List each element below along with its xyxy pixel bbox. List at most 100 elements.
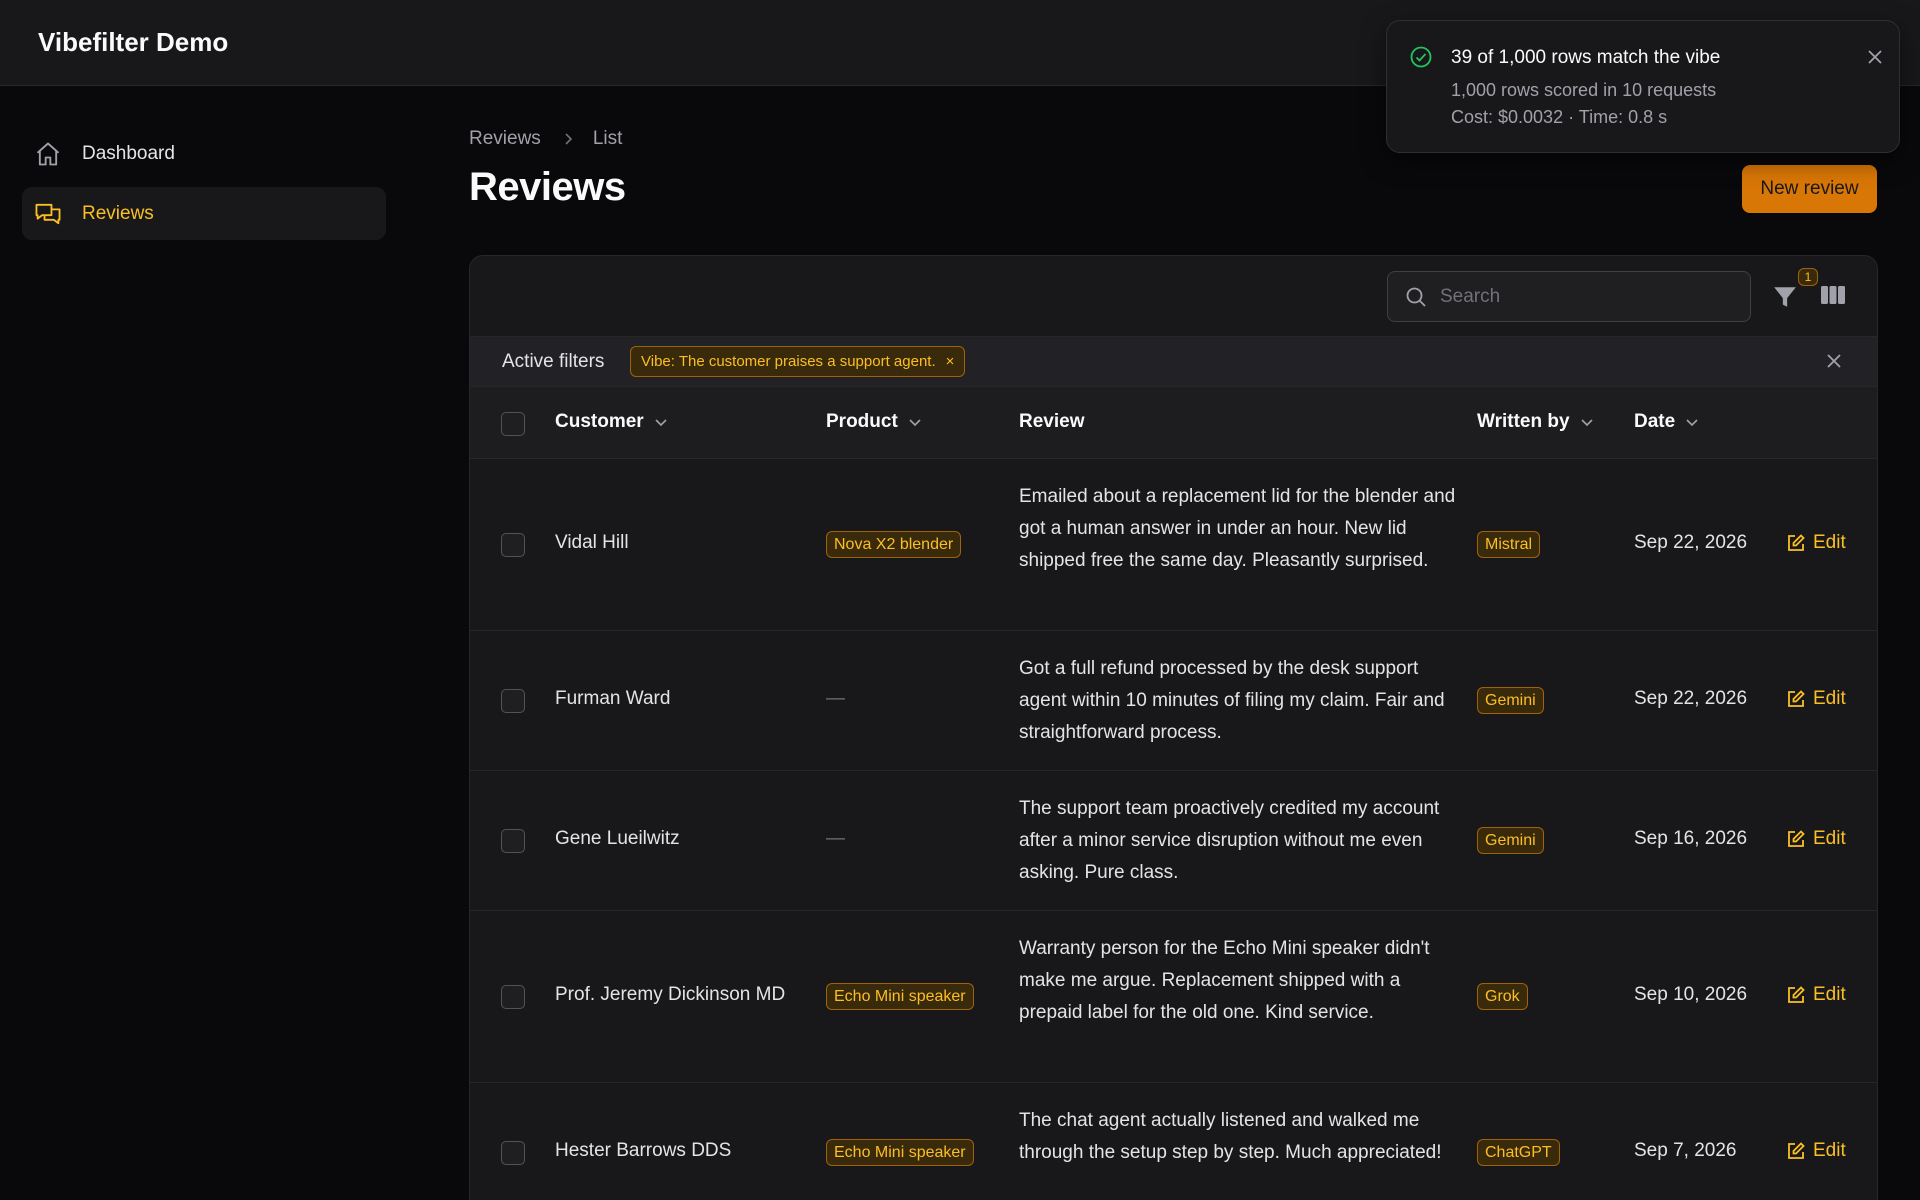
column-header-review: Review — [1019, 411, 1084, 433]
review-text: Got a full refund processed by the desk … — [1019, 658, 1445, 743]
review-date: Sep 22, 2026 — [1634, 532, 1748, 553]
table-row[interactable]: Gene Lueilwitz — The support team proact… — [470, 771, 1877, 911]
column-label: Product — [826, 411, 898, 432]
review-date: Sep 7, 2026 — [1634, 1140, 1737, 1161]
product-badge: Nova X2 blender — [826, 531, 962, 558]
sidebar: Dashboard Reviews — [0, 87, 400, 1200]
table-row[interactable]: Furman Ward — Got a full refund processe… — [470, 631, 1877, 771]
edit-icon — [1787, 986, 1805, 1004]
breadcrumb-link-reviews[interactable]: Reviews — [469, 128, 541, 150]
customer-name: Prof. Jeremy Dickinson MD — [555, 984, 786, 1005]
edit-button[interactable]: Edit — [1787, 828, 1846, 850]
customer-name: Hester Barrows DDS — [555, 1140, 732, 1161]
customer-name: Furman Ward — [555, 688, 671, 709]
product-empty: — — [826, 688, 845, 709]
search-icon — [1404, 285, 1428, 309]
chevron-down-icon — [1685, 415, 1699, 429]
review-text: Warranty person for the Echo Mini speake… — [1019, 938, 1430, 1023]
customer-name: Gene Lueilwitz — [555, 828, 680, 849]
clear-filters-icon[interactable] — [1824, 351, 1846, 373]
written-by-badge: Mistral — [1477, 531, 1541, 558]
row-checkbox[interactable] — [501, 533, 525, 557]
row-checkbox[interactable] — [501, 985, 525, 1009]
table-row[interactable]: Hester Barrows DDS Echo Mini speaker The… — [470, 1083, 1877, 1200]
sidebar-item-dashboard[interactable]: Dashboard — [22, 127, 386, 180]
home-icon — [32, 138, 64, 170]
active-filters-bar: Active filters Vibe: The customer praise… — [470, 337, 1877, 387]
column-label: Written by — [1477, 411, 1570, 432]
edit-button[interactable]: Edit — [1787, 984, 1846, 1006]
product-badge: Echo Mini speaker — [826, 1139, 974, 1166]
chevron-right-icon — [561, 132, 575, 146]
edit-label: Edit — [1813, 828, 1846, 849]
sidebar-item-label: Reviews — [82, 202, 154, 224]
check-circle-icon — [1409, 45, 1433, 74]
edit-button[interactable]: Edit — [1787, 532, 1846, 554]
toast-notification: 39 of 1,000 rows match the vibe 1,000 ro… — [1386, 20, 1900, 153]
search-input[interactable] — [1440, 285, 1730, 308]
chat-bubbles-icon — [32, 198, 64, 230]
row-checkbox[interactable] — [501, 829, 525, 853]
search-box[interactable] — [1387, 271, 1751, 322]
page-title: Reviews — [469, 165, 626, 209]
column-label: Customer — [555, 411, 644, 432]
review-date: Sep 10, 2026 — [1634, 984, 1748, 1005]
chevron-down-icon — [908, 415, 922, 429]
product-badge: Echo Mini speaker — [826, 983, 974, 1010]
breadcrumb: Reviews List — [469, 128, 622, 150]
table-row[interactable]: Vidal Hill Nova X2 blender Emailed about… — [470, 459, 1877, 631]
remove-filter-icon[interactable]: × — [946, 353, 955, 370]
columns-icon[interactable] — [1820, 284, 1848, 310]
written-by-badge: Gemini — [1477, 687, 1544, 714]
table-toolbar: 1 — [470, 256, 1877, 337]
breadcrumb-current: List — [592, 128, 623, 149]
customer-name: Vidal Hill — [555, 532, 629, 553]
edit-label: Edit — [1813, 532, 1846, 553]
chevron-down-icon — [1580, 415, 1594, 429]
column-header-written-by[interactable]: Written by — [1477, 411, 1594, 433]
edit-label: Edit — [1813, 984, 1846, 1005]
sidebar-item-reviews[interactable]: Reviews — [22, 187, 386, 240]
filter-count-badge: 1 — [1798, 268, 1818, 286]
review-text: The chat agent actually listened and wal… — [1019, 1110, 1442, 1163]
sidebar-item-label: Dashboard — [82, 142, 175, 164]
written-by-badge: Grok — [1477, 983, 1528, 1010]
edit-icon — [1787, 830, 1805, 848]
review-text: Emailed about a replacement lid for the … — [1019, 486, 1456, 571]
table-header: Customer Product Review Written by Date — [470, 387, 1877, 459]
select-all-checkbox[interactable] — [501, 412, 525, 436]
filter-icon[interactable] — [1772, 284, 1800, 312]
column-header-date[interactable]: Date — [1634, 411, 1699, 433]
review-date: Sep 22, 2026 — [1634, 688, 1748, 709]
column-label: Date — [1634, 411, 1676, 432]
chevron-down-icon — [654, 415, 668, 429]
review-date: Sep 16, 2026 — [1634, 828, 1748, 849]
column-label: Review — [1019, 411, 1085, 432]
toast-title: 39 of 1,000 rows match the vibe — [1451, 47, 1721, 68]
active-filters-label: Active filters — [502, 351, 605, 372]
toast-cost: Cost: $0.0032 · Time: 0.8 s — [1451, 107, 1668, 127]
review-text: The support team proactively credited my… — [1019, 798, 1440, 883]
new-review-button[interactable]: New review — [1742, 165, 1877, 213]
column-header-product[interactable]: Product — [826, 411, 922, 433]
edit-button[interactable]: Edit — [1787, 1140, 1846, 1162]
edit-icon — [1787, 1142, 1805, 1160]
edit-label: Edit — [1813, 688, 1846, 709]
edit-icon — [1787, 690, 1805, 708]
toast-detail: 1,000 rows scored in 10 requests — [1451, 80, 1717, 100]
row-checkbox[interactable] — [501, 689, 525, 713]
filter-chip-label: Vibe: The customer praises a support age… — [641, 353, 936, 370]
close-icon[interactable] — [1865, 47, 1885, 67]
written-by-badge: Gemini — [1477, 827, 1544, 854]
app-title[interactable]: Vibefilter Demo — [38, 27, 228, 58]
column-header-customer[interactable]: Customer — [555, 411, 668, 433]
table-row[interactable]: Prof. Jeremy Dickinson MD Echo Mini spea… — [470, 911, 1877, 1083]
reviews-table-card: 1 Active filters Vibe: The customer prai… — [469, 255, 1878, 1200]
row-checkbox[interactable] — [501, 1141, 525, 1165]
edit-label: Edit — [1813, 1140, 1846, 1161]
edit-icon — [1787, 534, 1805, 552]
written-by-badge: ChatGPT — [1477, 1139, 1560, 1166]
product-empty: — — [826, 828, 845, 849]
filter-chip: Vibe: The customer praises a support age… — [630, 346, 966, 377]
edit-button[interactable]: Edit — [1787, 688, 1846, 710]
